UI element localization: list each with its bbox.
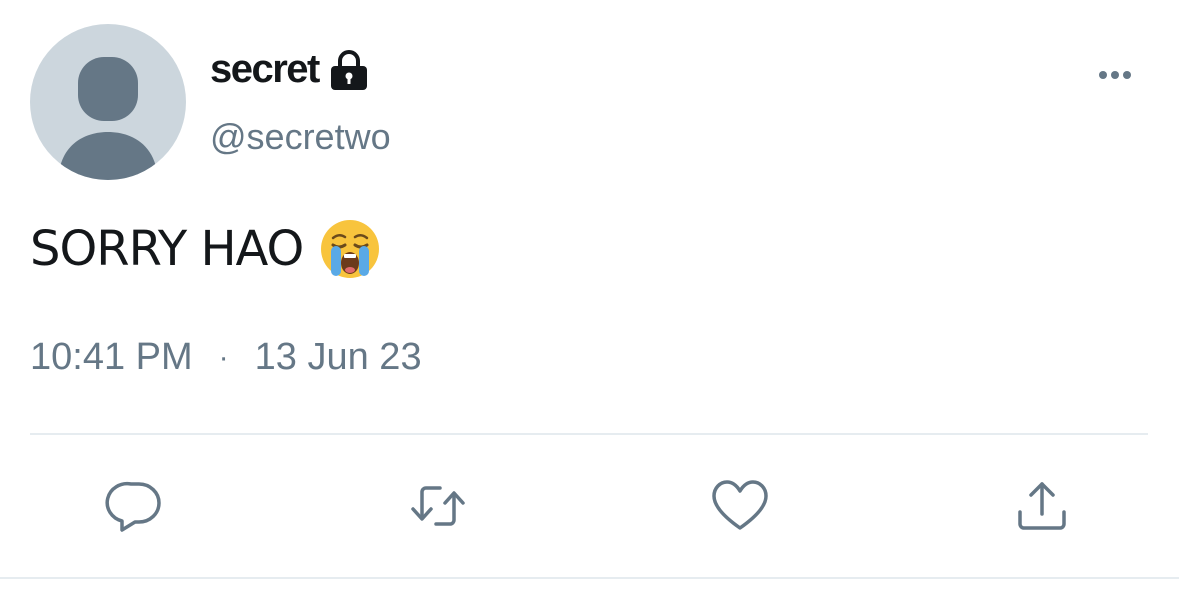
tweet-timestamp[interactable]: 10:41 PM · 13 Jun 23 bbox=[30, 336, 422, 379]
tweet-body: SORRY HAO bbox=[30, 218, 381, 280]
bottom-divider bbox=[0, 577, 1179, 579]
share-icon bbox=[1018, 482, 1066, 530]
separator-dot: · bbox=[218, 340, 229, 374]
loudly-crying-face-emoji-icon bbox=[319, 218, 381, 280]
tweet-text: SORRY HAO bbox=[30, 221, 304, 277]
tweet-card: secret @secretwo SORRY HAO 10:41 PM · 13… bbox=[0, 0, 1179, 597]
retweet-icon bbox=[411, 486, 465, 526]
name-row: secret bbox=[210, 42, 369, 96]
user-handle[interactable]: @secretwo bbox=[210, 116, 391, 158]
reply-button[interactable] bbox=[105, 476, 165, 536]
retweet-button[interactable] bbox=[408, 476, 468, 536]
divider bbox=[30, 433, 1148, 435]
display-name[interactable]: secret bbox=[210, 47, 320, 92]
share-button[interactable] bbox=[1012, 476, 1072, 536]
heart-icon bbox=[712, 480, 768, 530]
avatar[interactable] bbox=[30, 24, 186, 180]
like-button[interactable] bbox=[710, 476, 770, 536]
tweet-date: 13 Jun 23 bbox=[254, 336, 422, 378]
lock-icon bbox=[329, 47, 369, 91]
more-dots-icon bbox=[1099, 71, 1131, 79]
reply-icon bbox=[105, 481, 161, 532]
default-profile-icon bbox=[58, 57, 158, 180]
tweet-time: 10:41 PM bbox=[30, 336, 193, 378]
more-options-button[interactable] bbox=[1093, 60, 1137, 90]
